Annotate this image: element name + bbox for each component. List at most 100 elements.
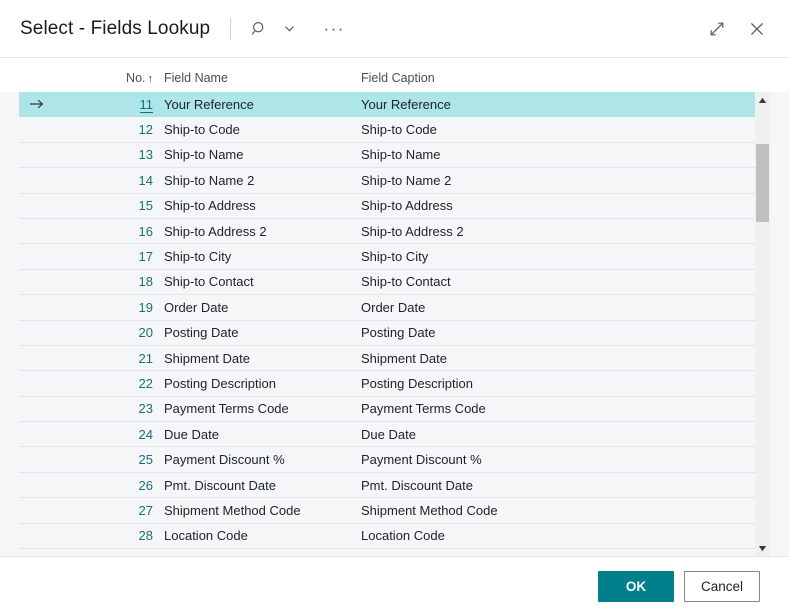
cell-field-name[interactable]: Payment Discount % [162,452,359,467]
cell-field-name[interactable]: Shipment Method Code [162,503,359,518]
cell-field-caption[interactable]: Due Date [359,427,770,442]
cell-field-caption[interactable]: Posting Date [359,325,770,340]
search-icon[interactable] [245,15,273,43]
sort-ascending-icon: ↑ [148,73,154,85]
cancel-button[interactable]: Cancel [684,571,760,602]
table-row[interactable]: 27Shipment Method CodeShipment Method Co… [19,498,770,523]
scrollbar-thumb[interactable] [756,144,769,222]
table-row[interactable]: 20Posting DatePosting Date [19,321,770,346]
cell-field-caption[interactable]: Ship-to Contact [359,274,770,289]
dialog-footer: OK Cancel [0,556,789,615]
table-row[interactable]: 26Pmt. Discount DatePmt. Discount Date [19,473,770,498]
cell-field-name[interactable]: Ship-to City [162,249,359,264]
column-header-no[interactable]: No.↑ [55,71,162,85]
cell-field-caption[interactable]: Ship-to Code [359,122,770,137]
cell-no[interactable]: 25 [55,452,162,467]
expand-icon[interactable] [703,15,731,43]
cell-field-caption[interactable]: Location Code [359,528,770,543]
ok-button[interactable]: OK [598,571,674,602]
scrollbar-track[interactable] [755,108,770,540]
cell-field-caption[interactable]: Shipment Method Code [359,503,770,518]
cell-field-name[interactable]: Pmt. Discount Date [162,478,359,493]
cell-field-name[interactable]: Due Date [162,427,359,442]
cell-no[interactable]: 19 [55,300,162,315]
cell-field-caption[interactable]: Payment Terms Code [359,401,770,416]
cell-no[interactable]: 26 [55,478,162,493]
table-row[interactable]: 22Posting DescriptionPosting Description [19,371,770,396]
cell-field-caption[interactable]: Ship-to Address [359,198,770,213]
table-row[interactable]: 19Order DateOrder Date [19,295,770,320]
cell-no[interactable]: 22 [55,376,162,391]
grid-header-indicator-cell [19,71,55,85]
cell-field-name[interactable]: Ship-to Code [162,122,359,137]
dialog-body: No.↑ Field Name Field Caption 11 Your Ref… [0,57,789,556]
table-row[interactable]: 25Payment Discount %Payment Discount % [19,447,770,472]
cell-no[interactable]: 16 [55,224,162,239]
cell-field-name[interactable]: Your Reference [162,97,359,112]
table-row[interactable]: 11 Your ReferenceYour Reference [19,92,770,117]
close-icon[interactable] [743,15,771,43]
cell-field-name[interactable]: Ship-to Address 2 [162,224,359,239]
column-header-field-caption[interactable]: Field Caption [359,71,770,85]
column-header-field-name[interactable]: Field Name [162,71,359,85]
cell-field-name[interactable]: Payment Terms Code [162,401,359,416]
cell-field-caption[interactable]: Ship-to Address 2 [359,224,770,239]
dialog-titlebar: Select - Fields Lookup ··· [0,0,789,57]
cell-field-name[interactable]: Ship-to Address [162,198,359,213]
cell-field-name[interactable]: Posting Description [162,376,359,391]
cell-field-name[interactable]: Shipment Date [162,351,359,366]
cell-no-link[interactable]: 11 [140,97,154,113]
cell-no[interactable]: 14 [55,173,162,188]
cell-no[interactable]: 27 [55,503,162,518]
cell-field-name[interactable]: Ship-to Name 2 [162,173,359,188]
cell-field-caption[interactable]: Order Date [359,300,770,315]
chevron-down-icon[interactable] [275,15,303,43]
cell-no[interactable]: 18 [55,274,162,289]
table-row[interactable]: 28Location CodeLocation Code [19,524,770,549]
scroll-up-arrow-icon[interactable] [755,92,770,108]
cell-no[interactable]: 13 [55,147,162,162]
more-options-icon[interactable]: ··· [319,15,349,43]
scroll-down-arrow-icon[interactable] [755,540,770,556]
table-row[interactable]: 15Ship-to AddressShip-to Address [19,194,770,219]
grid-rows-container: 11Your ReferenceYour Reference12Ship-to … [0,92,789,556]
cell-no[interactable]: 24 [55,427,162,442]
cell-field-caption[interactable]: Ship-to Name 2 [359,173,770,188]
column-header-no-label: No. [126,71,145,85]
cell-no[interactable]: 12 [55,122,162,137]
cell-no[interactable]: 15 [55,198,162,213]
cell-no[interactable]: 11 [55,97,162,112]
titlebar-right-actions [703,15,771,43]
table-row[interactable]: 12Ship-to CodeShip-to Code [19,117,770,142]
fields-lookup-dialog: Select - Fields Lookup ··· [0,0,789,615]
cell-no[interactable]: 23 [55,401,162,416]
cell-field-caption[interactable]: Pmt. Discount Date [359,478,770,493]
cell-field-caption[interactable]: Ship-to Name [359,147,770,162]
table-row[interactable]: 13Ship-to NameShip-to Name [19,143,770,168]
grid-vertical-scrollbar[interactable] [755,92,770,556]
cell-field-caption[interactable]: Payment Discount % [359,452,770,467]
title-divider [230,18,231,40]
cell-field-name[interactable]: Ship-to Name [162,147,359,162]
table-row[interactable]: 24Due DateDue Date [19,422,770,447]
cell-field-name[interactable]: Order Date [162,300,359,315]
cell-no[interactable]: 17 [55,249,162,264]
cell-field-caption[interactable]: Shipment Date [359,351,770,366]
cell-field-caption[interactable]: Your Reference [359,97,770,112]
cell-no[interactable]: 28 [55,528,162,543]
cell-field-name[interactable]: Location Code [162,528,359,543]
cell-field-name[interactable]: Ship-to Contact [162,274,359,289]
table-row[interactable]: 16Ship-to Address 2Ship-to Address 2 [19,219,770,244]
title-actions: ··· [245,15,349,43]
cell-field-caption[interactable]: Ship-to City [359,249,770,264]
table-row[interactable]: 21Shipment DateShipment Date [19,346,770,371]
table-row[interactable]: 23Payment Terms CodePayment Terms Code [19,397,770,422]
cell-field-caption[interactable]: Posting Description [359,376,770,391]
cell-no[interactable]: 21 [55,351,162,366]
table-row[interactable]: 17Ship-to CityShip-to City [19,244,770,269]
cell-field-name[interactable]: Posting Date [162,325,359,340]
cell-no[interactable]: 20 [55,325,162,340]
table-row[interactable]: 14Ship-to Name 2Ship-to Name 2 [19,168,770,193]
table-row[interactable]: 18Ship-to ContactShip-to Contact [19,270,770,295]
row-selected-arrow-icon [19,98,55,110]
